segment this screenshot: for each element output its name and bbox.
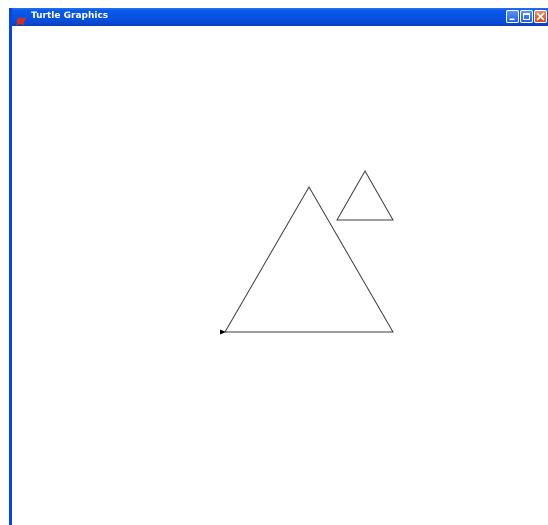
small-triangle [336, 169, 394, 221]
title-bar[interactable]: Turtle Graphics [12, 8, 548, 26]
minimize-icon [509, 18, 515, 21]
turtle-canvas[interactable] [12, 26, 548, 525]
maximize-button[interactable] [520, 10, 533, 23]
close-icon [536, 12, 545, 21]
maximize-icon [523, 13, 530, 20]
large-triangle [224, 186, 394, 333]
close-button[interactable] [534, 10, 547, 23]
window-title: Turtle Graphics [31, 11, 109, 21]
turtle-drawing [220, 169, 394, 335]
turtle-graphics-window: Turtle Graphics [9, 8, 548, 525]
turtle-arrow-icon [220, 329, 226, 335]
minimize-button[interactable] [506, 10, 519, 23]
turtle-app-icon[interactable] [15, 11, 26, 26]
